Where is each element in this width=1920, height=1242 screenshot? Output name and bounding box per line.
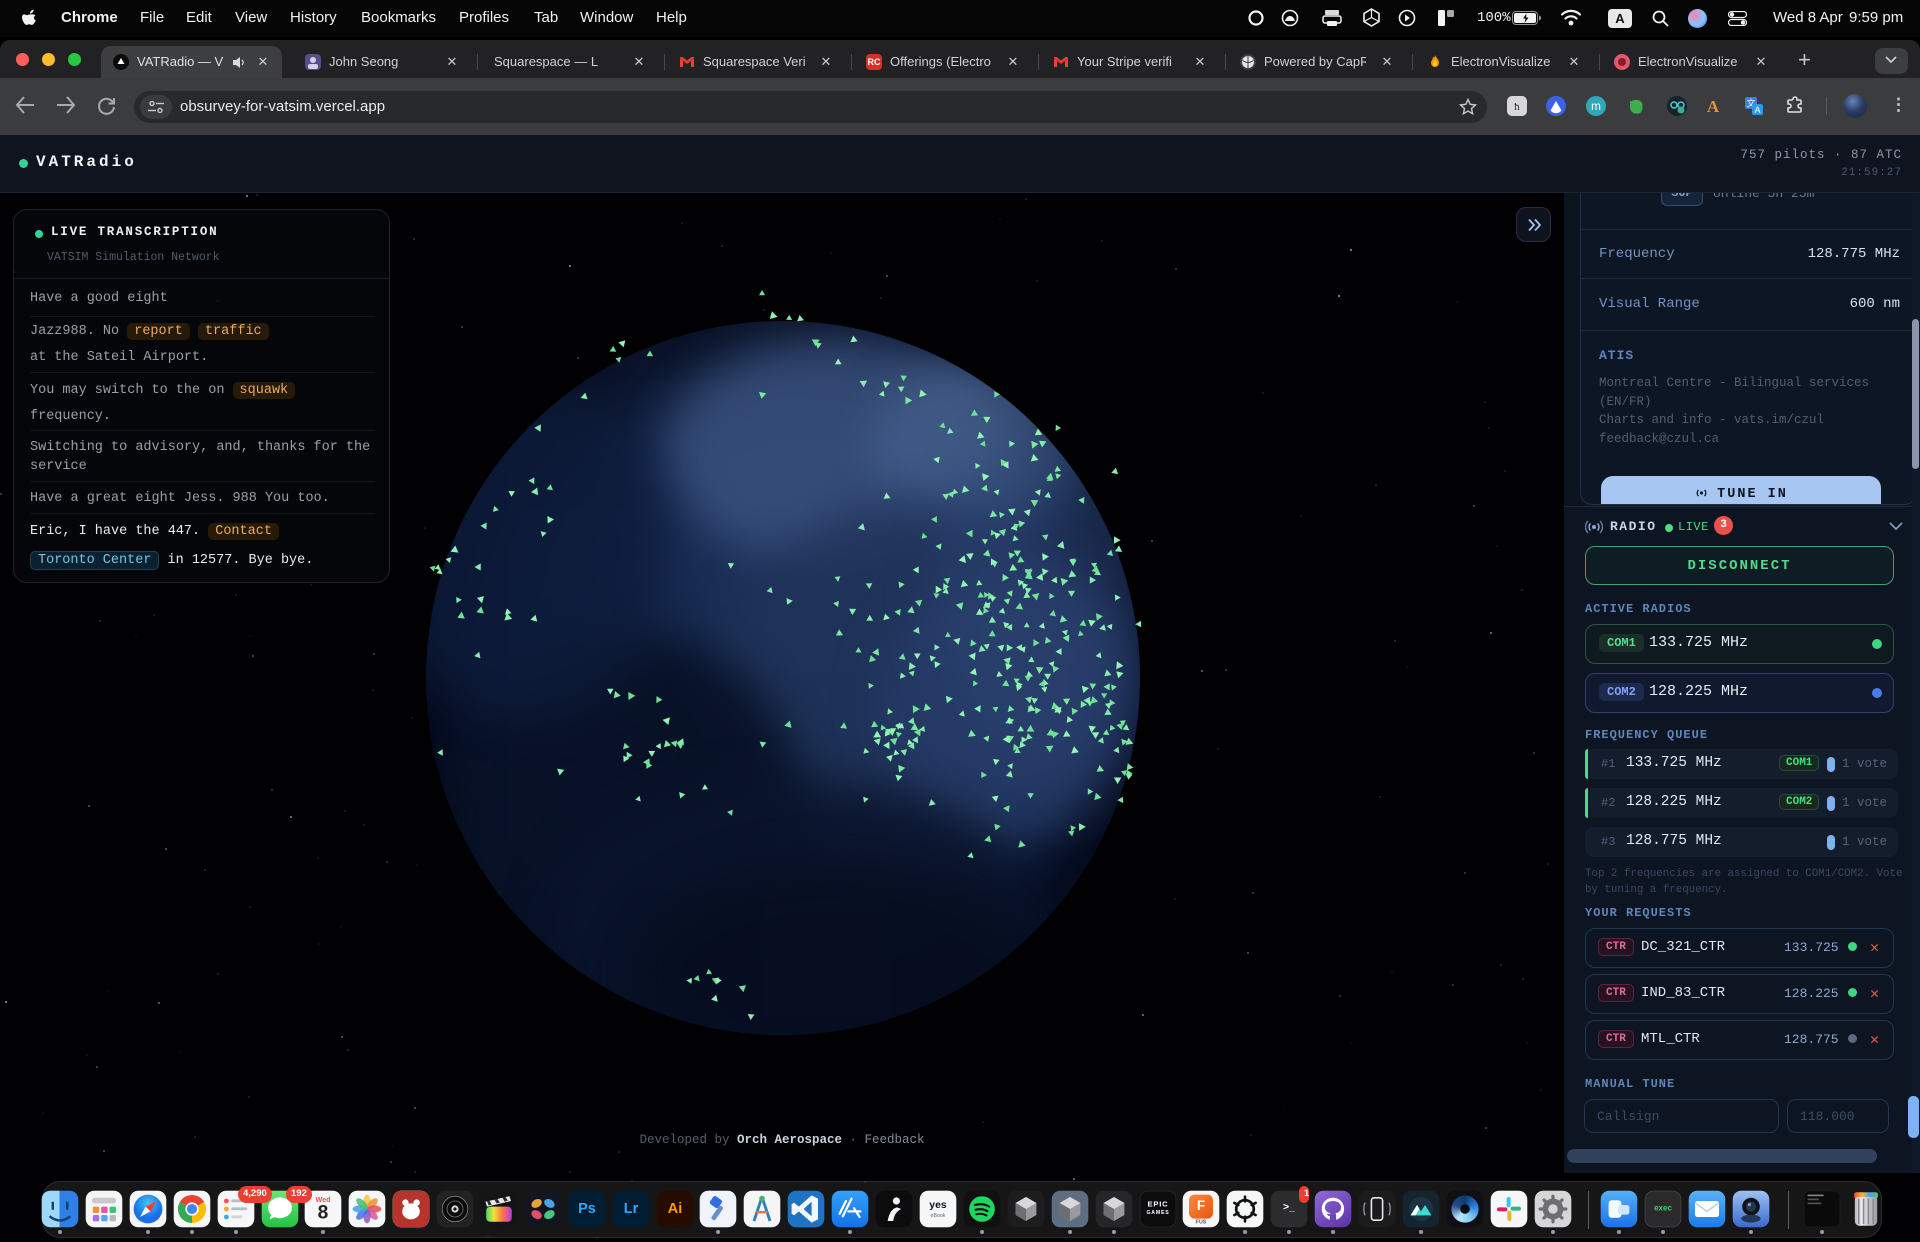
svg-text:ħ: ħ [1514, 101, 1520, 113]
svg-text:m: m [1591, 99, 1601, 113]
svg-text:A: A [1754, 105, 1760, 115]
svg-text:A: A [1707, 97, 1720, 116]
